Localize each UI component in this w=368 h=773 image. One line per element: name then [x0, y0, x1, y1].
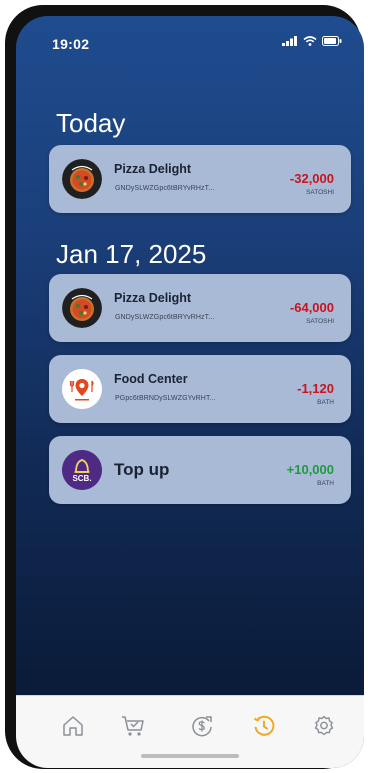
currency-unit: BATH	[317, 399, 334, 406]
tab-settings[interactable]	[310, 712, 338, 740]
transaction-amount: -32,000	[289, 171, 334, 186]
pizza-delight-logo	[62, 159, 102, 199]
transaction-card[interactable]: SCB. Top up +10,000 BATH	[49, 436, 351, 504]
section-title-date: Jan 17, 2025	[56, 239, 207, 269]
wifi-icon	[303, 36, 317, 46]
history-screen: 19:02 Today Pizza Delight GNDySLWZGpc6tB…	[16, 16, 364, 768]
transaction-card[interactable]: Pizza Delight GNDySLWZGpc6tBRYvRHzT... -…	[49, 145, 351, 213]
history-icon	[253, 715, 275, 736]
merchant-name: Food Center	[114, 372, 188, 386]
cart-icon	[122, 716, 144, 736]
merchant-name: Pizza Delight	[114, 162, 192, 176]
currency-unit: BATH	[317, 480, 334, 487]
merchant-name: Top up	[114, 460, 170, 479]
home-indicator[interactable]	[141, 754, 239, 758]
currency-unit: SATOSHI	[306, 318, 334, 325]
battery-icon	[322, 36, 342, 46]
dollar-exchange-icon	[192, 716, 212, 737]
tab-home[interactable]	[59, 712, 87, 740]
status-icons	[282, 36, 342, 46]
phone-frame: 19:02 Today Pizza Delight GNDySLWZGpc6tB…	[5, 5, 364, 769]
currency-unit: SATOSHI	[306, 189, 334, 196]
settings-gear-icon	[314, 715, 334, 736]
transaction-card[interactable]: Pizza Delight GNDySLWZGpc6tBRYvRHzT... -…	[49, 274, 351, 342]
transaction-amount: +10,000	[286, 462, 334, 477]
home-icon	[63, 716, 83, 736]
scb-logo: SCB.	[62, 450, 102, 490]
section-title-today: Today	[56, 108, 126, 138]
bottom-tab-bar	[16, 695, 364, 768]
transaction-card[interactable]: Food Center PGpc6tBRNDySLWZGYvRHT... -1,…	[49, 355, 351, 423]
merchant-name: Pizza Delight	[114, 291, 192, 305]
scb-logo-text: SCB.	[72, 474, 92, 483]
tab-exchange[interactable]	[188, 712, 216, 740]
wallet-address: GNDySLWZGpc6tBRYvRHzT...	[115, 314, 215, 321]
wallet-address: GNDySLWZGpc6tBRYvRHzT...	[115, 185, 215, 192]
signal-icon	[282, 36, 297, 46]
pizza-delight-logo	[62, 288, 102, 328]
food-center-logo	[62, 369, 102, 409]
transaction-amount: -1,120	[297, 381, 334, 396]
wallet-address: PGpc6tBRNDySLWZGYvRHT...	[115, 395, 216, 402]
tab-history[interactable]	[250, 712, 278, 740]
status-bar: 19:02	[16, 16, 364, 62]
transaction-amount: -64,000	[289, 300, 334, 315]
tab-cart[interactable]	[119, 712, 147, 740]
status-time: 19:02	[52, 36, 90, 52]
